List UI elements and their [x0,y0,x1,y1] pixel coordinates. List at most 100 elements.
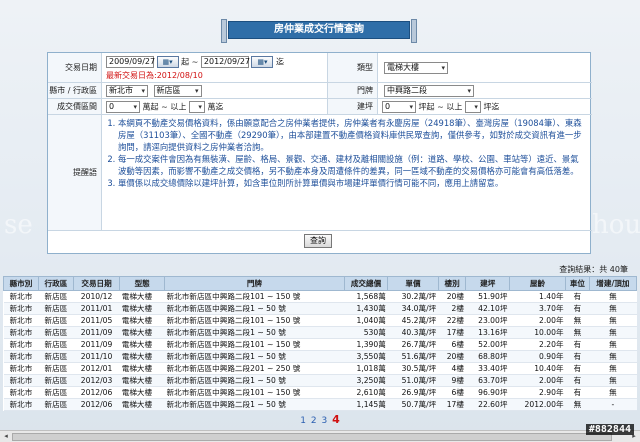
table-cell: 2.90年 [509,386,566,399]
result-count: 查詢結果：共 40筆 [559,265,628,274]
table-cell: 96.90坪 [465,386,510,399]
table-cell: 新北市 [3,374,39,387]
table-cell: 42.10坪 [465,302,510,315]
table-cell: 2011/09 [73,326,120,339]
table-cell: 2.00年 [509,374,566,387]
price-label: 成交價區間 [48,99,102,115]
col-age[interactable]: 屋齡 [508,276,567,291]
table-cell: 新店區 [38,338,74,351]
table-cell: 2011/09 [73,338,120,351]
table-row[interactable]: 新北市 新店區 2011/05 電梯大樓 新北市新店區中興路二段101 ~ 150 號1… [3,314,637,327]
table-cell: 22.60坪 [465,398,510,411]
city-select[interactable]: 新北市 [106,85,148,97]
table-cell: 2012.00年 [509,398,566,411]
table-cell: 新北市 [3,386,39,399]
calendar-icon[interactable]: ▦▾ [156,56,179,68]
table-row[interactable]: 新北市 新店區 2012/01 電梯大樓 新北市新店區中興路二段201 ~ 250 號1… [3,362,637,375]
address-link[interactable]: 新北市新店區中興路二段201 ~ 250 號 [164,362,345,375]
table-cell: 無 [565,314,590,327]
table-cell: 34.0萬/坪 [387,302,439,315]
table-cell: 1,018萬 [344,362,388,375]
address-link[interactable]: 新北市新店區中興路二段1 ~ 50 號 [164,350,345,363]
table-row[interactable]: 新北市 新店區 2011/10 電梯大樓 新北市新店區中興路二段1 ~ 50 號 3,55… [3,350,637,363]
table-cell: 0.90年 [509,350,566,363]
table-cell: 新北市 [3,314,39,327]
col-parking[interactable]: 車位 [565,276,590,291]
price-to-label: 萬迄 [207,102,224,112]
table-cell: 新北市 [3,338,39,351]
table-cell: 1,040萬 [344,314,388,327]
horizontal-scrollbar[interactable]: ◂ ▸ [0,430,640,442]
col-date[interactable]: 交易日期 [72,276,121,291]
area-max-select[interactable] [464,101,481,113]
table-cell: 530萬 [344,326,388,339]
table-row[interactable]: 新北市 新店區 2011/09 電梯大樓 新北市新店區中興路二段101 ~ 150 號1… [3,338,637,351]
table-cell: - [589,398,637,411]
table-cell: 電梯大樓 [119,350,165,363]
bg-decoration: hou [592,210,640,240]
table-cell: 新北市 [3,350,39,363]
table-row[interactable]: 新北市 新店區 2011/09 電梯大樓 新北市新店區中興路二段1 ~ 50 號 530萬… [3,326,637,339]
table-row[interactable]: 新北市 新店區 2012/06 電梯大樓 新北市新店區中興路二段1 ~ 50 號 1,14… [3,398,637,411]
town-select[interactable]: 新店區 [153,85,202,97]
table-cell: 2010/12 [73,290,120,303]
table-cell: 45.2萬/坪 [387,314,439,327]
scroll-thumb[interactable] [12,433,612,441]
page-link[interactable]: 2 [311,416,317,426]
table-cell: 26.9萬/坪 [387,386,439,399]
area-min-select[interactable]: 0 [382,101,416,113]
table-row[interactable]: 新北市 新店區 2012/06 電梯大樓 新北市新店區中興路二段101 ~ 150 號2… [3,386,637,399]
col-type[interactable]: 型態 [119,276,166,291]
address-link[interactable]: 新北市新店區中興路二段101 ~ 150 號 [164,314,345,327]
date-start-input[interactable]: 2009/09/27 [106,56,155,68]
col-total-price[interactable]: 成交總價 [343,276,389,291]
table-cell: 新店區 [38,326,74,339]
table-row[interactable]: 新北市 新店區 2011/01 電梯大樓 新北市新店區中興路二段1 ~ 50 號 1,43… [3,302,637,315]
table-cell: 新店區 [38,350,74,363]
table-cell: 電梯大樓 [119,362,165,375]
latest-date-note: 最新交易日為:2012/08/10 [106,71,203,80]
table-cell: 9樓 [438,374,466,387]
col-unit-price[interactable]: 單價 [387,276,439,291]
table-cell: 50.7萬/坪 [387,398,439,411]
col-district[interactable]: 行政區 [37,276,74,291]
address-link[interactable]: 新北市新店區中興路二段1 ~ 50 號 [164,302,345,315]
col-floor[interactable]: 樓別 [437,276,467,291]
page-link[interactable]: 1 [300,416,306,426]
scroll-left-icon[interactable]: ◂ [1,432,11,442]
table-row[interactable]: 新北市 新店區 2010/12 電梯大樓 新北市新店區中興路二段101 ~ 150 號1… [3,290,637,303]
date-end-input[interactable]: 2012/09/27 [200,56,250,68]
table-cell: 無 [565,326,590,339]
district-cell: 新北市 新店區 [102,83,328,99]
table-cell: 電梯大樓 [119,290,165,303]
table-cell: 2011/10 [73,350,120,363]
area-mid-label: 坪起 ~ 以上 [418,102,463,112]
col-area[interactable]: 建坪 [465,276,510,291]
address-link[interactable]: 新北市新店區中興路二段1 ~ 50 號 [164,374,345,387]
table-cell: 63.70坪 [465,374,510,387]
address-link[interactable]: 新北市新店區中興路二段1 ~ 50 號 [164,398,345,411]
page-link[interactable]: 3 [321,416,327,426]
street-select[interactable]: 中興路二段 [384,85,474,97]
address-link[interactable]: 新北市新店區中興路二段101 ~ 150 號 [164,290,345,303]
date-to-label: 迄 [275,57,284,67]
col-extension[interactable]: 增建/頂加 [588,276,638,291]
col-city[interactable]: 縣市別 [3,276,39,291]
table-cell: 2012/06 [73,386,120,399]
date-cell: 2009/09/27 ▦▾ 起 ~ 2012/09/27 ▦▾ 迄 最新交易日為… [102,53,328,83]
table-cell: 新店區 [38,398,74,411]
col-address[interactable]: 門牌 [164,276,345,291]
table-row[interactable]: 新北市 新店區 2012/03 電梯大樓 新北市新店區中興路二段1 ~ 50 號 3,25… [3,374,637,387]
price-min-select[interactable]: 0 [106,101,140,113]
table-cell: 無 [589,302,637,315]
address-link[interactable]: 新北市新店區中興路二段1 ~ 50 號 [164,326,345,339]
table-cell: 無 [589,386,637,399]
results-table: 縣市別 行政區 交易日期 型態 門牌 成交總價 單價 樓別 建坪 屋齡 車位 增… [3,276,638,411]
calendar-icon[interactable]: ▦▾ [251,56,274,68]
address-link[interactable]: 新北市新店區中興路二段101 ~ 150 號 [164,338,345,351]
price-max-select[interactable] [188,101,205,113]
address-link[interactable]: 新北市新店區中興路二段101 ~ 150 號 [164,386,345,399]
type-select[interactable]: 電梯大樓 [384,62,448,74]
table-cell: 有 [565,362,590,375]
query-button[interactable]: 查詢 [304,234,332,248]
